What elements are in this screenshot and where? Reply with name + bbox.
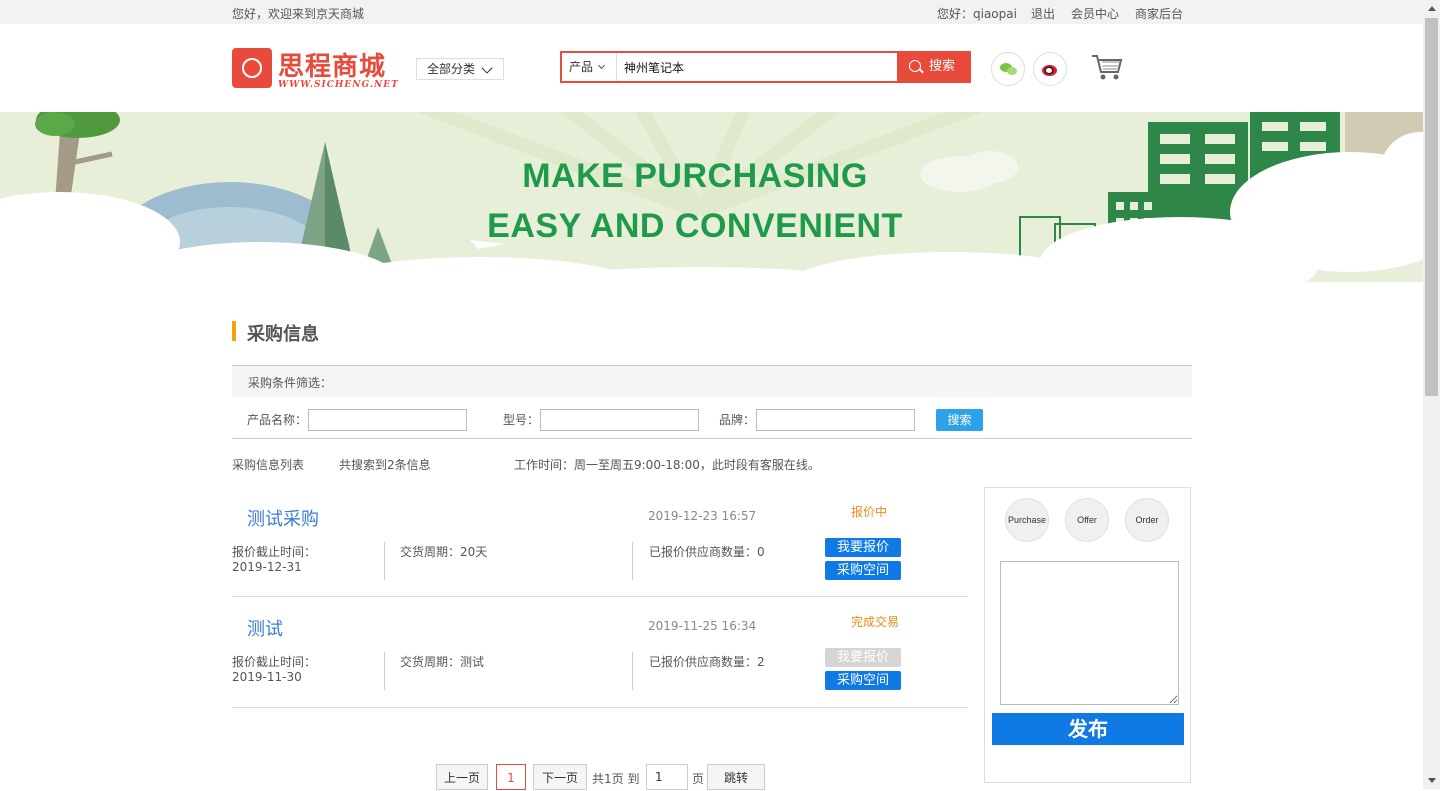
jump-button[interactable]: 跳转 [707,764,765,790]
all-categories-label: 全部分类 [427,62,476,76]
scrollbar-thumb[interactable] [1425,18,1438,396]
tab-purchase[interactable]: Purchase [1005,498,1049,542]
search-input[interactable] [618,53,896,81]
search-type-select[interactable]: 产品 [561,53,617,81]
next-page-button[interactable]: 下一页 [533,764,587,790]
supplier-count: 已报价供应商数量：0 [649,545,765,559]
deadline-value: 2019-12-31 [232,560,302,574]
result-count: 共搜索到2条信息 [339,458,431,472]
divider [384,652,385,690]
scroll-up-icon[interactable] [1423,0,1440,17]
search-button[interactable]: 搜索 [897,51,971,83]
top-bar: 您好，欢迎来到京天商城 您好：qiaopai 退出 会员中心 商家后台 [0,0,1423,24]
welcome-text: 您好，欢迎来到京天商城 [232,7,365,21]
prev-page-button[interactable]: 上一页 [436,764,488,790]
banner-headline-line1: MAKE PURCHASING [522,157,868,195]
user-greeting: 您好：qiaopai [937,7,1017,21]
quote-button-disabled: 我要报价 [825,648,901,667]
all-categories-dropdown[interactable]: 全部分类 [416,58,504,80]
filter-search-button[interactable]: 搜索 [936,409,983,431]
search-button-label: 搜索 [929,59,956,74]
purchase-title-link[interactable]: 测试采购 [247,505,319,531]
status-badge: 报价中 [851,505,888,519]
chevron-down-icon [597,61,606,70]
hero-banner [0,112,1423,295]
deadline-label: 报价截止时间： [232,655,317,669]
purchase-space-button[interactable]: 采购空间 [825,671,901,690]
page-1-button[interactable]: 1 [496,764,526,790]
list-label: 采购信息列表 [232,458,305,472]
banner-headline-line2: EASY AND CONVENIENT [487,207,903,245]
deadline-value: 2019-11-30 [232,670,302,684]
logo-icon[interactable] [232,48,272,88]
model-label: 型号： [503,413,540,427]
merchant-backend-link[interactable]: 商家后台 [1135,5,1183,22]
divider [232,596,968,597]
quote-button[interactable]: 我要报价 [825,538,901,557]
scroll-down-icon[interactable] [1423,772,1440,789]
purchase-date: 2019-12-23 16:57 [648,509,757,523]
divider [232,707,968,708]
divider [632,652,633,690]
status-badge: 完成交易 [851,615,900,629]
weibo-icon[interactable] [1033,52,1067,86]
brand-input[interactable] [756,409,915,431]
goto-page-input[interactable] [646,764,688,790]
model-input[interactable] [540,409,699,431]
filter-heading: 采购条件筛选： [248,376,333,390]
tab-offer[interactable]: Offer [1065,498,1109,542]
search-type-label: 产品 [569,60,594,74]
cart-icon[interactable] [1090,52,1124,82]
section-accent-bar [232,321,236,341]
publish-button[interactable]: 发布 [992,713,1184,745]
divider [232,438,1192,439]
publish-textarea[interactable] [1000,561,1179,705]
banner-illustration [0,112,1423,295]
section-title: 采购信息 [247,324,319,345]
member-center-link[interactable]: 会员中心 [1071,5,1119,22]
product-name-input[interactable] [308,409,467,431]
purchase-date: 2019-11-25 16:34 [648,619,757,633]
filter-header: 采购条件筛选： [232,365,1192,397]
deadline-label: 报价截止时间： [232,545,317,559]
chevron-down-icon [481,62,493,74]
total-pages-text: 共1页 到 [592,772,640,786]
divider [384,542,385,580]
supplier-count: 已报价供应商数量：2 [649,655,765,669]
purchase-space-button[interactable]: 采购空间 [825,561,901,580]
delivery-period: 交货周期：测试 [400,655,485,669]
brand-label: 品牌： [719,413,756,427]
logo-text[interactable]: 思程商城 [278,46,386,83]
divider [632,542,633,580]
page-unit-text: 页 [692,772,705,786]
wechat-icon[interactable] [991,52,1025,86]
delivery-period: 交货周期：20天 [400,545,488,559]
search-icon [909,60,921,72]
logo-subtitle: WWW.SICHENG.NET [278,80,399,90]
work-hours: 工作时间：周一至周五9:00-18:00，此时段有客服在线。 [514,458,820,472]
purchase-title-link[interactable]: 测试 [247,615,283,641]
logout-link[interactable]: 退出 [1031,5,1055,22]
product-name-label: 产品名称： [247,413,308,427]
tab-order[interactable]: Order [1125,498,1169,542]
